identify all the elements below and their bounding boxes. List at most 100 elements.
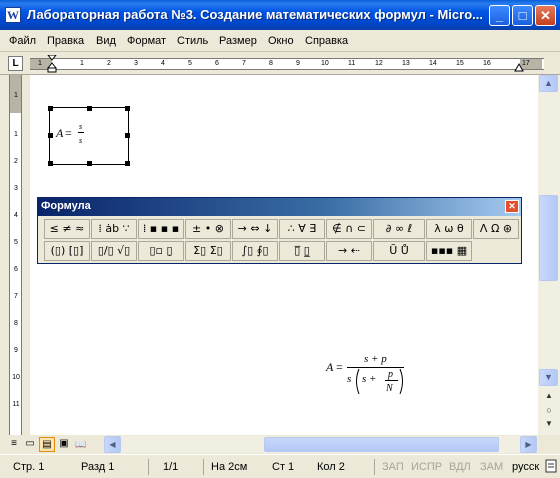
integral-button[interactable]: ∫▯ ∮▯	[232, 241, 278, 261]
formula-display: A = s + p s s + p N	[326, 352, 436, 402]
status-page: Стр. 1	[13, 461, 45, 473]
fraction-radical-button[interactable]: ▯/▯ √▯	[91, 241, 137, 261]
palette-close-button[interactable]: ✕	[505, 200, 519, 213]
arrow-symbols-button[interactable]: → ⇔ ↓	[232, 219, 278, 239]
menu-window[interactable]: Окно	[268, 33, 294, 49]
menu-bar: Файл Правка Вид Формат Стиль Размер Окно…	[0, 30, 560, 52]
ruler-number: 10	[321, 60, 329, 67]
ruler-number: 1	[38, 60, 42, 67]
spelling-status-icon[interactable]	[545, 459, 558, 474]
ruler-number: 1	[14, 92, 18, 99]
menu-file[interactable]: Файл	[9, 33, 36, 49]
ruler-number: 7	[14, 293, 18, 300]
status-language: русск	[512, 461, 540, 473]
title-bar: W Лабораторная работа №3. Создание матем…	[0, 0, 560, 30]
scroll-down-button[interactable]: ▼	[539, 369, 558, 386]
status-track-changes[interactable]: ИСПР	[411, 461, 442, 473]
status-position: На 2см	[211, 461, 248, 473]
menu-help[interactable]: Справка	[305, 33, 348, 49]
resize-handle[interactable]	[48, 106, 53, 111]
normal-view-button[interactable]: ≡	[6, 437, 22, 452]
vertical-ruler-strip: 1 1 2 3 4 5 6 7 8 9 10 11	[9, 75, 22, 435]
underbar-overbar-button[interactable]: ▯̅ ▯̲	[279, 241, 325, 261]
palette-title[interactable]: Формула	[38, 198, 521, 216]
word-app-icon[interactable]: W	[5, 7, 21, 23]
maximize-button[interactable]: □	[512, 5, 533, 26]
logical-symbols-button[interactable]: ∴ ∀ ∃	[279, 219, 325, 239]
menu-size[interactable]: Размер	[219, 33, 257, 49]
eq-small-fraction-bar	[78, 132, 84, 133]
selected-equation-object[interactable]: A = s s	[48, 106, 130, 166]
horizontal-scrollbar[interactable]: ◀ ▶	[104, 436, 538, 453]
menu-edit[interactable]: Правка	[47, 33, 84, 49]
resize-handle[interactable]	[87, 106, 92, 111]
menu-format[interactable]: Формат	[127, 33, 166, 49]
web-view-button[interactable]: ▭	[22, 437, 38, 452]
ruler-number: 3	[134, 60, 138, 67]
set-theory-button[interactable]: ∉ ∩ ⊂	[326, 219, 372, 239]
window-title: Лабораторная работа №3. Создание математ…	[27, 7, 482, 22]
summation-button[interactable]: Σ▯ Σ▯	[185, 241, 231, 261]
print-layout-button[interactable]: ▤	[39, 437, 55, 452]
outline-view-button[interactable]: ▣	[56, 437, 72, 452]
ruler-strip: 1 1 2 3 4 5 6 7 8 9 10 11 12 13 14 15 16…	[30, 55, 544, 73]
select-browse-object-button[interactable]: ○	[543, 405, 555, 415]
horizontal-scroll-thumb[interactable]	[264, 437, 499, 452]
ruler-number: 5	[14, 239, 18, 246]
ruler-number: 13	[402, 60, 410, 67]
status-bar: Стр. 1 Разд 1 1/1 На 2см Ст 1 Кол 2 ЗАП …	[0, 454, 560, 478]
minimize-button[interactable]: _	[489, 5, 510, 26]
resize-handle[interactable]	[87, 161, 92, 166]
scroll-right-button[interactable]: ▶	[520, 436, 537, 453]
vertical-ruler[interactable]: 1 1 2 3 4 5 6 7 8 9 10 11	[0, 75, 30, 435]
status-overtype[interactable]: ЗАМ	[480, 461, 503, 473]
labeled-arrow-button[interactable]: → ⇠	[326, 241, 372, 261]
status-line: Ст 1	[272, 461, 295, 473]
resize-handle[interactable]	[125, 161, 130, 166]
status-record[interactable]: ЗАП	[382, 461, 404, 473]
indent-marker-icon[interactable]	[47, 55, 57, 73]
scroll-up-button[interactable]: ▲	[539, 75, 558, 92]
ruler-number: 2	[107, 60, 111, 67]
view-and-hscroll-bar: ≡ ▭ ▤ ▣ 📖 ◀ ▶	[0, 435, 560, 454]
reading-view-button[interactable]: 📖	[73, 437, 89, 452]
resize-handle[interactable]	[48, 133, 53, 138]
eq-inner-den: N	[386, 383, 393, 394]
eq-inner-fraction-bar	[385, 380, 398, 381]
vertical-scrollbar[interactable]: ▲ ▼ ▲ ○ ▼	[538, 75, 560, 435]
ruler-number: 4	[161, 60, 165, 67]
menu-view[interactable]: Вид	[96, 33, 116, 49]
next-object-button[interactable]: ▼	[543, 419, 555, 428]
resize-handle[interactable]	[48, 161, 53, 166]
products-set-button[interactable]: Ũ Ů	[373, 241, 425, 261]
embellishments-button[interactable]: ⁞ ▪ ▪ ▪	[138, 219, 184, 239]
formula-palette[interactable]: Формула ✕ ≤ ≠ ≈ ⁞ ȧb ∵ ⁞ ▪ ▪ ▪ ± • ⊗ → ⇔…	[37, 197, 522, 264]
ruler-number: 1	[14, 131, 18, 138]
status-extend[interactable]: ВДЛ	[449, 461, 471, 473]
relational-symbols-button[interactable]: ≤ ≠ ≈	[44, 219, 90, 239]
vertical-scroll-thumb[interactable]	[539, 195, 558, 281]
horizontal-ruler[interactable]: L 1 1 2 3 4 5 6 7 8 9 10 11 12 13 14 15 …	[0, 53, 560, 75]
resize-handle[interactable]	[125, 106, 130, 111]
eq-small-den: s	[79, 136, 83, 145]
menu-style[interactable]: Стиль	[177, 33, 208, 49]
fence-templates-button[interactable]: (▯) [▯]	[44, 241, 90, 261]
ruler-number: 7	[242, 60, 246, 67]
right-indent-marker-icon[interactable]	[514, 62, 524, 72]
greek-uppercase-button[interactable]: Λ Ω ⊛	[473, 219, 519, 239]
misc-symbols-button[interactable]: ∂ ∞ ℓ	[373, 219, 425, 239]
subscript-superscript-button[interactable]: ▯▫ ▯̣	[138, 241, 184, 261]
previous-object-button[interactable]: ▲	[543, 391, 555, 400]
close-button[interactable]: ✕	[535, 5, 556, 26]
spaces-ellipses-button[interactable]: ⁞ ȧb ∵	[91, 219, 137, 239]
ruler-number: 10	[12, 374, 20, 381]
greek-lowercase-button[interactable]: λ ω θ	[426, 219, 472, 239]
eq-numerator: s + p	[364, 353, 387, 365]
resize-handle[interactable]	[125, 133, 130, 138]
eq-equals: =	[336, 360, 343, 374]
operator-symbols-button[interactable]: ± • ⊗	[185, 219, 231, 239]
tab-stop-selector[interactable]: L	[8, 56, 23, 71]
scroll-left-button[interactable]: ◀	[104, 436, 121, 453]
eq-small-lhs: A	[56, 126, 64, 140]
matrix-templates-button[interactable]: ▪▪▪ ▦	[426, 241, 472, 261]
